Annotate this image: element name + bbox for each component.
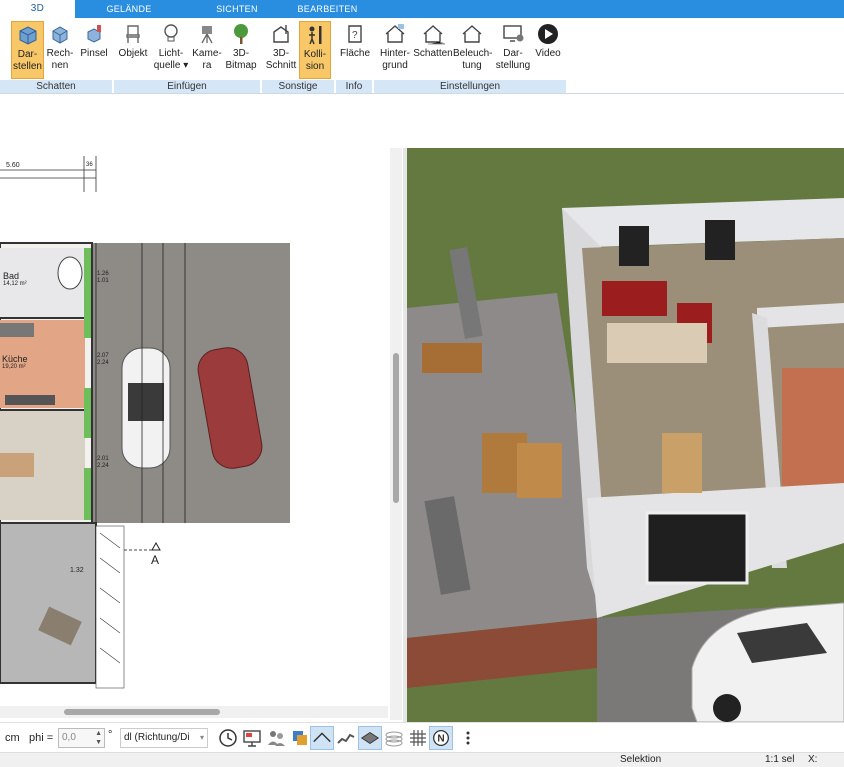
tree-icon: [234, 24, 248, 44]
plan-vertical-scrollbar[interactable]: [390, 148, 402, 720]
spinner-icon[interactable]: ▲ ▼: [95, 729, 102, 747]
dimension-label: 5.60: [6, 162, 20, 169]
3d-view[interactable]: [407, 148, 844, 722]
status-x-label: X:: [808, 754, 818, 765]
brush-cube-icon: [87, 25, 101, 43]
tab-sichten[interactable]: SICHTEN: [206, 0, 268, 18]
ribbon-tab-bar: 3D GELÄNDE SICHTEN BEARBEITEN: [0, 0, 844, 18]
room-area-kueche: 19,20 m²: [2, 364, 26, 370]
beleuchtung-button[interactable]: Beleuch- tung: [453, 21, 492, 79]
schatten-button[interactable]: Schatten: [413, 21, 453, 79]
group-einfuegen-label: Einfügen: [114, 80, 260, 93]
objekt-button[interactable]: Objekt: [116, 21, 150, 79]
darstellung-button[interactable]: Dar- stellung: [493, 21, 533, 79]
north-icon[interactable]: N: [429, 726, 453, 750]
dimension-label: 1.01: [97, 278, 109, 284]
video-button[interactable]: Video: [533, 21, 563, 79]
svg-text:?: ?: [352, 30, 358, 41]
group-info-label: Info: [336, 80, 372, 93]
workspace: 5.60 36 Bad 14,12 m² Küche 19,20 m² 1.26…: [0, 95, 844, 722]
bulb-icon: [164, 24, 178, 42]
status-bar: Selektion 1:1 sel X:: [0, 752, 844, 767]
area-info-icon: ?: [348, 25, 362, 43]
scroll-thumb[interactable]: [393, 353, 399, 503]
hintergrund-button[interactable]: Hinter- grund: [377, 21, 413, 79]
phi-label: phi =: [29, 732, 54, 744]
stack-icon[interactable]: [382, 726, 406, 750]
house-light-icon: [462, 25, 482, 43]
cube-display-icon: [19, 26, 36, 45]
darstellen-button[interactable]: Dar- stellen: [11, 21, 44, 79]
kollision-button[interactable]: Kolli- sion: [299, 21, 331, 79]
screen-icon[interactable]: [240, 726, 264, 750]
layers-color-icon[interactable]: [288, 726, 312, 750]
status-mode: Selektion: [620, 754, 662, 765]
roof-icon[interactable]: [310, 726, 334, 750]
house-shadow-icon: [423, 25, 446, 45]
people-icon[interactable]: [264, 726, 288, 750]
group-sonstige-label: Sonstige: [262, 80, 334, 93]
kamera-button[interactable]: Kame- ra: [191, 21, 223, 79]
monitor-settings-icon: [503, 25, 524, 42]
clock-icon[interactable]: [216, 726, 240, 750]
more-icon[interactable]: [456, 726, 480, 750]
play-icon: [538, 24, 558, 44]
room-area-bad: 14,12 m²: [3, 281, 27, 287]
chevron-down-icon: ▾: [199, 733, 204, 742]
tab-bearbeiten[interactable]: BEARBEITEN: [290, 0, 365, 18]
group-schatten-label: Schatten: [0, 80, 112, 93]
chair-icon: [126, 25, 140, 43]
plane-icon[interactable]: [358, 726, 382, 750]
scroll-thumb[interactable]: [64, 709, 220, 715]
room-name-bad: Bad: [3, 271, 20, 281]
ribbon: Dar- stellen Rech- nen Pinsel Objekt Lic…: [0, 18, 844, 94]
degree-label: °: [108, 729, 113, 741]
dimension-label: 36: [86, 162, 93, 168]
dimension-label: 2.24: [97, 463, 109, 469]
status-selection: 1:1 sel: [765, 754, 795, 765]
3d-schnitt-button[interactable]: 3D- Schnitt: [264, 21, 298, 79]
collision-icon: [309, 26, 322, 45]
tab-gelaende[interactable]: GELÄNDE: [98, 0, 160, 18]
3d-bitmap-button[interactable]: 3D- Bitmap: [224, 21, 258, 79]
room-name-kueche: Küche: [2, 354, 28, 364]
plan-horizontal-scrollbar[interactable]: [0, 706, 388, 718]
dimension-label: 2.07: [97, 353, 109, 359]
tab-3d[interactable]: 3D: [0, 0, 75, 18]
unit-label: cm: [5, 732, 20, 744]
dimension-label: 2.01: [97, 456, 109, 462]
group-einstellungen-label: Einstellungen: [374, 80, 566, 93]
stairs-icon[interactable]: [334, 726, 358, 750]
pinsel-button[interactable]: Pinsel: [77, 21, 111, 79]
3d-scene: [407, 148, 844, 722]
flaeche-button[interactable]: ? Fläche: [338, 21, 372, 79]
dimension-label: 2.24: [97, 360, 109, 366]
cube-calc-icon: [52, 26, 68, 44]
direction-select[interactable]: dl (Richtung/Di ▾: [120, 728, 208, 748]
grid-icon[interactable]: [406, 726, 430, 750]
lichtquelle-button[interactable]: Licht- quelle ▾: [153, 21, 189, 79]
section-icon: [273, 25, 289, 43]
phi-input[interactable]: 0,0 ▲ ▼: [58, 728, 105, 748]
floor-plan-drawing: [0, 156, 290, 689]
bottom-toolbar: cm phi = 0,0 ▲ ▼ ° dl (Richtung/Di ▾ N: [0, 722, 844, 752]
dimension-label: 1.26: [97, 271, 109, 277]
section-marker-label: A: [151, 553, 160, 567]
dimension-label: 1.32: [70, 567, 84, 574]
house-background-icon: [385, 24, 405, 43]
floor-plan-2d[interactable]: 5.60 36 Bad 14,12 m² Küche 19,20 m² 1.26…: [0, 148, 388, 703]
rechnen-button[interactable]: Rech- nen: [45, 21, 75, 79]
svg-text:N: N: [437, 734, 444, 745]
camera-icon: [201, 26, 213, 44]
